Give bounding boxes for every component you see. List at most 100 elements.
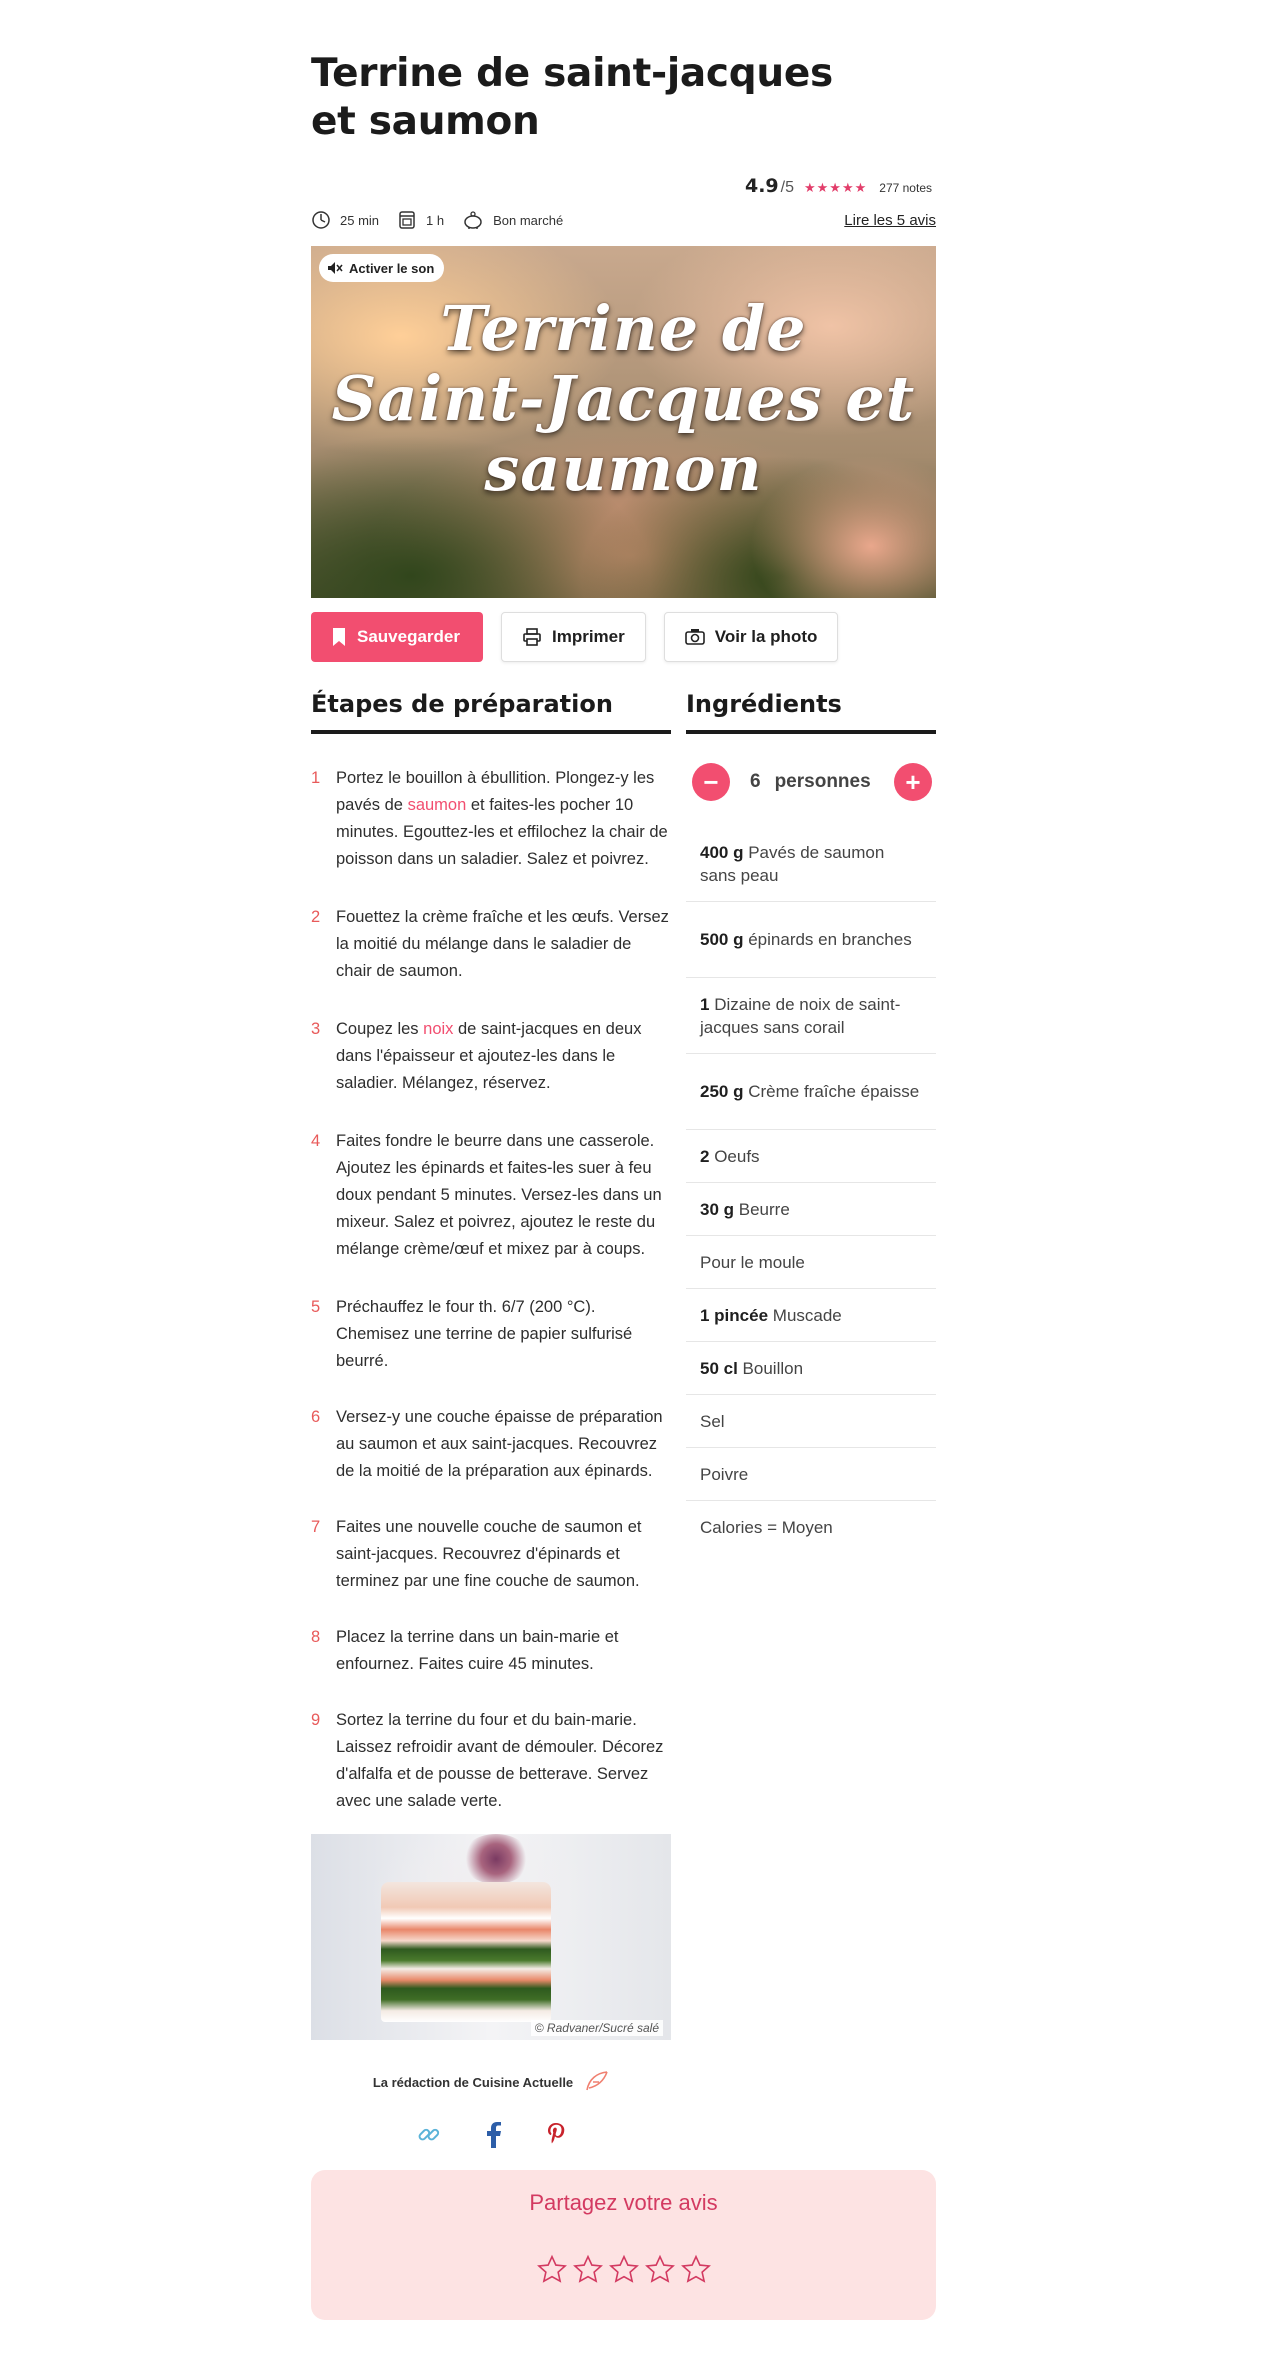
cook-time: 1 h	[397, 210, 444, 230]
increase-servings-button[interactable]: +	[894, 763, 932, 801]
step-text: Portez le bouillon à ébullition. Plongez…	[336, 769, 668, 868]
star-icon[interactable]	[608, 2254, 640, 2286]
video-overlay-title: Terrine de Saint-Jacques et saumon	[311, 294, 936, 504]
step-item: 1 Portez le bouillon à ébullition. Plong…	[311, 765, 671, 904]
ingredient-item: Pour le moule	[686, 1236, 936, 1289]
preparation-steps: 1 Portez le bouillon à ébullition. Plong…	[311, 765, 671, 1817]
save-label: Sauvegarder	[357, 627, 460, 646]
ingredient-item: 250 g Crème fraîche épaisse	[686, 1054, 936, 1130]
step-text: Faites fondre le beurre dans une cassero…	[336, 1132, 662, 1258]
step-number: 6	[311, 1408, 321, 1426]
enable-sound-label: Activer le son	[349, 260, 435, 276]
photo-credit: © Radvaner/Sucré salé	[530, 2020, 663, 2036]
star-icon[interactable]	[680, 2254, 712, 2286]
star-icon[interactable]	[644, 2254, 676, 2286]
preparation-divider	[311, 730, 671, 734]
read-reviews-link[interactable]: Lire les 5 avis	[844, 212, 936, 229]
step-text: Versez-y une couche épaisse de préparati…	[336, 1408, 663, 1480]
ingredients-divider	[686, 730, 936, 734]
video-overlay-line: Terrine de	[440, 292, 807, 365]
prep-time-value: 25 min	[340, 212, 380, 228]
rating-out-of: /5	[780, 179, 794, 196]
ingredient-item: 50 cl Bouillon	[686, 1342, 936, 1395]
ingredient-item: 500 g épinards en branches	[686, 902, 936, 978]
decrease-servings-button[interactable]: −	[692, 763, 730, 801]
ingredient-link-saumon[interactable]: saumon	[408, 796, 467, 814]
feather-icon	[586, 2071, 608, 2091]
ingredient-item: Sel	[686, 1395, 936, 1448]
ingredient-item: 1 pincée Muscade	[686, 1289, 936, 1342]
share-bar	[311, 2122, 671, 2148]
review-heading: Partagez votre avis	[529, 2190, 718, 2215]
rating-score: 4.9	[744, 175, 779, 197]
step-number: 2	[311, 908, 321, 926]
view-photo-label: Voir la photo	[714, 627, 818, 646]
link-icon[interactable]	[416, 2122, 442, 2148]
step-text: Fouettez la crème fraîche et les œufs. V…	[336, 908, 669, 980]
ingredient-item: 400 g Pavés de saumon sans peau	[686, 826, 936, 902]
recipe-video[interactable]: Activer le son Terrine de Saint-Jacques …	[311, 246, 936, 598]
step-item: 6 Versez-y une couche épaisse de prépara…	[311, 1404, 671, 1514]
price: Bon marché	[462, 210, 563, 230]
piggy-bank-icon	[464, 211, 482, 229]
servings-count: 6	[750, 771, 761, 792]
price-value: Bon marché	[493, 212, 564, 228]
video-overlay-line: saumon	[484, 432, 763, 505]
star-icon[interactable]	[572, 2254, 604, 2286]
rating: 4.9 /5 ★★★★★ 277 notes	[745, 175, 932, 197]
recipe-meta: 25 min 1 h Bon marché Lire les 5 avis	[311, 208, 936, 232]
step-number: 7	[311, 1518, 321, 1536]
star-icon[interactable]	[536, 2254, 568, 2286]
author-byline: La rédaction de Cuisine Actuelle	[311, 2070, 671, 2094]
printer-icon	[523, 628, 541, 646]
step-item: 7 Faites une nouvelle couche de saumon e…	[311, 1514, 671, 1624]
step-text: Placez la terrine dans un bain-marie et …	[336, 1628, 619, 1673]
photo-terrine	[381, 1882, 551, 2022]
photo-garnish	[461, 1834, 531, 1884]
rating-count: 277 notes	[879, 181, 932, 195]
ingredients-heading: Ingrédients	[686, 690, 842, 718]
enable-sound-button[interactable]: Activer le son	[319, 254, 445, 282]
rating-stars-icon: ★★★★★	[804, 180, 868, 195]
bookmark-icon	[333, 628, 345, 646]
review-stars	[311, 2254, 936, 2286]
print-label: Imprimer	[552, 627, 625, 646]
cook-time-value: 1 h	[426, 212, 445, 228]
step-text: Préchauffez le four th. 6/7 (200 °C). Ch…	[336, 1298, 633, 1370]
page-title: Terrine de saint-jacques et saumon	[311, 51, 833, 144]
step-item: 4 Faites fondre le beurre dans une casse…	[311, 1128, 671, 1294]
facebook-icon[interactable]	[486, 2122, 502, 2148]
step-text: Coupez les noix de saint-jacques en deux…	[336, 1020, 642, 1092]
servings-label: personnes	[774, 771, 871, 792]
pinterest-icon[interactable]	[546, 2122, 566, 2148]
step-item: 2 Fouettez la crème fraîche et les œufs.…	[311, 904, 671, 1016]
ingredient-item: Calories = Moyen	[700, 1518, 833, 1537]
ingredients-list: 400 g Pavés de saumon sans peau 500 g ép…	[686, 826, 936, 1554]
step-number: 4	[311, 1132, 321, 1150]
ingredient-item: 1 Dizaine de noix de saint-jacques sans …	[686, 978, 936, 1054]
preparation-heading: Étapes de préparation	[311, 690, 613, 718]
view-photo-button[interactable]: Voir la photo	[663, 612, 839, 662]
step-item: 5 Préchauffez le four th. 6/7 (200 °C). …	[311, 1294, 671, 1404]
ingredient-item: Poivre	[686, 1448, 936, 1501]
servings-selector: − 6 personnes +	[692, 763, 932, 801]
ingredient-item: 2 Oeufs	[686, 1130, 936, 1183]
step-item: 3 Coupez les noix de saint-jacques en de…	[311, 1016, 671, 1128]
step-number: 9	[311, 1711, 321, 1729]
ingredient-link-noix[interactable]: noix	[423, 1020, 453, 1038]
review-box: Partagez votre avis	[311, 2170, 936, 2320]
save-button[interactable]: Sauvegarder	[311, 612, 483, 662]
print-button[interactable]: Imprimer	[501, 612, 646, 662]
recipe-page: Terrine de saint-jacques et saumon 4.9 /…	[0, 0, 1270, 2359]
camera-icon	[684, 629, 705, 645]
video-overlay-line: Saint-Jacques et	[331, 362, 916, 435]
ingredient-item: 30 g Beurre	[686, 1183, 936, 1236]
author-name: La rédaction de Cuisine Actuelle	[372, 2074, 574, 2090]
oven-icon	[399, 211, 415, 229]
recipe-actions: Sauvegarder Imprimer Voir la photo	[311, 612, 839, 662]
prep-time: 25 min	[311, 210, 379, 230]
step-number: 8	[311, 1628, 321, 1646]
step-number: 5	[311, 1298, 321, 1316]
recipe-photo[interactable]: © Radvaner/Sucré salé	[311, 1834, 671, 2040]
step-number: 1	[311, 769, 321, 787]
